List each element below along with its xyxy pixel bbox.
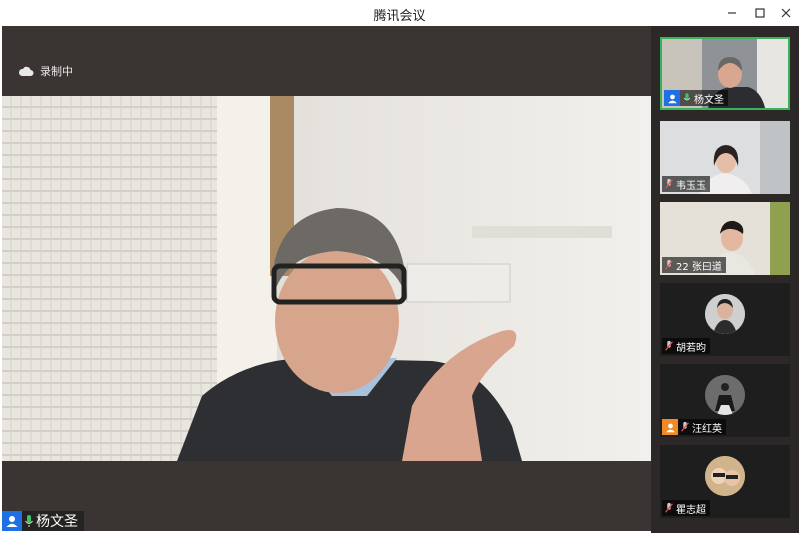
user-avatar-icon	[2, 511, 22, 531]
participant-name: 瞿志超	[676, 504, 706, 516]
participant-tile-2[interactable]: 22 张曰道	[660, 202, 790, 275]
participant-name-tag: 杨文圣	[664, 90, 728, 106]
mic-muted-icon	[662, 257, 676, 273]
title-bar: 腾讯会议	[0, 0, 799, 26]
participant-name-tag: 胡若昀	[662, 338, 710, 354]
speaker-video[interactable]	[2, 96, 651, 461]
mic-on-icon	[22, 513, 36, 529]
mic-muted-icon	[678, 419, 692, 435]
participant-sidebar: 杨文圣 韦玉玉 22 张曰道 胡若昀 汪红英 瞿志超	[651, 26, 799, 533]
mic-muted-icon	[662, 176, 676, 192]
main-stage: 录制中 杨文圣	[2, 26, 651, 531]
participant-name: 杨文圣	[694, 94, 724, 106]
participant-name: 胡若昀	[676, 342, 706, 354]
participant-tile-1[interactable]: 韦玉玉	[660, 121, 790, 194]
mic-on-icon	[680, 90, 694, 106]
recording-indicator: 录制中	[18, 63, 73, 79]
mic-muted-icon	[662, 500, 676, 516]
participant-avatar	[705, 375, 745, 415]
participant-name: 22 张曰道	[676, 261, 722, 273]
speaker-name: 杨文圣	[36, 514, 78, 530]
participant-tile-3[interactable]: 胡若昀	[660, 283, 790, 356]
speaker-video-frame	[2, 96, 651, 461]
recording-label: 录制中	[40, 65, 73, 78]
user-avatar-icon	[662, 419, 678, 435]
close-icon	[781, 8, 791, 18]
participant-name: 韦玉玉	[676, 180, 706, 192]
maximize-icon	[755, 8, 765, 18]
participant-name-tag: 瞿志超	[662, 500, 710, 516]
participant-avatar	[705, 456, 745, 496]
window-title: 腾讯会议	[373, 9, 426, 24]
participant-tile-5[interactable]: 瞿志超	[660, 445, 790, 518]
participant-tile-0[interactable]: 杨文圣	[660, 37, 790, 110]
participant-name-tag: 汪红英	[662, 419, 726, 435]
minimize-icon	[728, 12, 736, 14]
participant-name-tag: 22 张曰道	[662, 257, 726, 273]
mic-muted-icon	[662, 338, 676, 354]
user-avatar-icon	[664, 90, 680, 106]
minimize-button[interactable]	[717, 0, 747, 26]
cloud-icon	[18, 66, 34, 76]
participant-avatar	[705, 294, 745, 334]
participant-tile-4[interactable]: 汪红英	[660, 364, 790, 437]
participant-name-tag: 韦玉玉	[662, 176, 710, 192]
speaker-name-tag: 杨文圣	[2, 511, 84, 531]
close-button[interactable]	[771, 0, 799, 26]
participant-name: 汪红英	[692, 423, 722, 435]
